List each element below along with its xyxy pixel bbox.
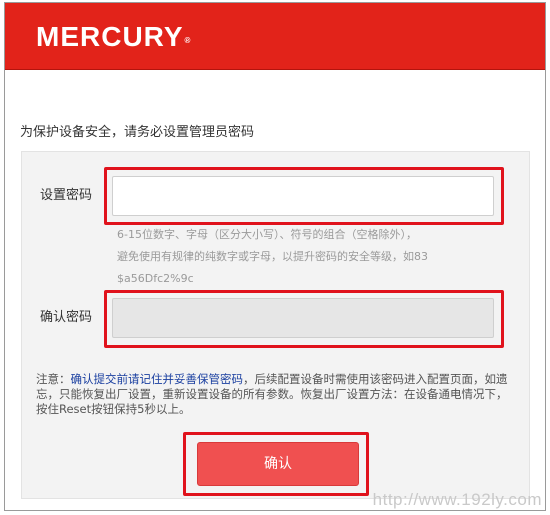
watermark-url: http://www.192ly.com xyxy=(372,490,542,509)
confirm-password-label: 确认密码 xyxy=(40,310,93,325)
registered-mark: ® xyxy=(184,36,191,45)
set-password-input[interactable] xyxy=(112,176,494,216)
password-hint-line-2: 避免使用有规律的纯数字或字母，以提升密码的安全等级，如83 xyxy=(117,250,428,263)
warning-note: 注意：确认提交前请记住并妥善保管密码，后续配置设备时需使用该密码进入配置页面，如… xyxy=(36,372,516,417)
password-hint-line-3: $a56Dfc2%9c xyxy=(117,272,194,285)
password-hint-line-1: 6-15位数字、字母（区分大小写）、符号的组合（空格除外）， xyxy=(117,228,417,241)
note-emphasis: 确认提交前请记住并妥善保管密码 xyxy=(70,372,244,386)
logo-text: MERCURY xyxy=(36,21,184,52)
set-password-label: 设置密码 xyxy=(40,188,93,203)
page-title: 为保护设备安全，请务必设置管理员密码 xyxy=(20,125,255,140)
confirm-button[interactable]: 确认 xyxy=(197,442,359,486)
confirm-password-input[interactable] xyxy=(112,298,494,338)
header-bar: MERCURY® xyxy=(5,3,545,70)
note-prefix: 注意： xyxy=(36,372,71,386)
mercury-logo: MERCURY® xyxy=(36,17,190,57)
